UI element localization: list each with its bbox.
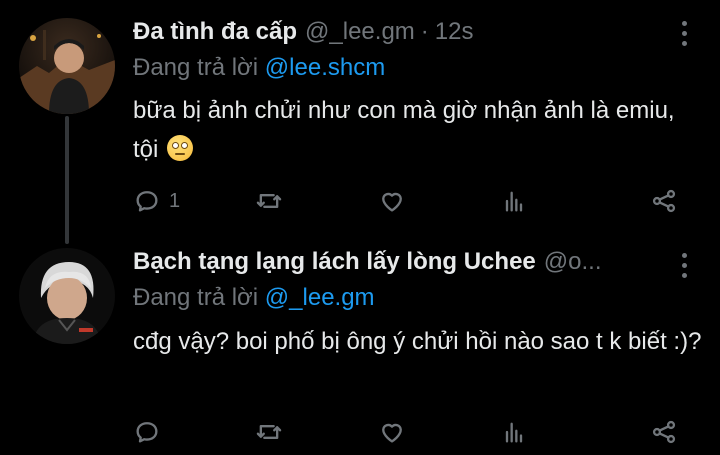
retweet-icon: [257, 194, 282, 208]
more-icon[interactable]: [674, 248, 694, 282]
like-button[interactable]: [378, 187, 434, 215]
separator-dot: ·: [420, 18, 429, 45]
timestamp[interactable]: 12s: [435, 18, 474, 46]
like-icon: [381, 423, 402, 443]
tweet-text-content: bữa bị ảnh chửi như con mà giờ nhận ảnh …: [133, 97, 675, 163]
views-icon: [505, 191, 522, 212]
replying-to-label: Đang trả lời: [133, 54, 259, 81]
display-name[interactable]: Bạch tạng lạng lách lấy lòng Uchee: [133, 248, 536, 276]
tweet-header: Đa tình đa cấp @_lee.gm · 12s: [133, 14, 664, 50]
views-icon: [505, 422, 522, 443]
tweet-text: cđg vậy? boi phố bị ông ý chửi hồi nào s…: [133, 322, 703, 361]
reply-count: 1: [169, 189, 181, 212]
avatar[interactable]: [19, 18, 115, 114]
share-icon: [652, 420, 676, 444]
tweet-text: bữa bị ảnh chửi như con mà giờ nhận ảnh …: [133, 91, 703, 169]
tweet[interactable]: Đa tình đa cấp @_lee.gm · 12s Đang trả l…: [0, 0, 720, 240]
display-name[interactable]: Đa tình đa cấp: [133, 18, 297, 46]
user-handle[interactable]: @o...: [544, 248, 602, 276]
reply-icon: [136, 422, 158, 443]
retweet-button[interactable]: [255, 187, 311, 215]
share-button[interactable]: [622, 187, 678, 215]
action-bar: [133, 415, 678, 449]
reply-button[interactable]: 1: [133, 187, 189, 215]
tweet[interactable]: Bạch tạng lạng lách lấy lòng Uchee @o...…: [0, 240, 720, 455]
mention-link[interactable]: @_lee.gm: [265, 284, 375, 311]
action-bar: 1: [133, 184, 678, 218]
share-icon: [652, 189, 676, 213]
tweet-text-content: cđg vậy? boi phố bị ông ý chửi hồi nào s…: [133, 328, 702, 355]
more-icon[interactable]: [674, 16, 694, 50]
like-button[interactable]: [378, 418, 434, 446]
tweet-header: Bạch tạng lạng lách lấy lòng Uchee @o...: [133, 244, 664, 280]
face-with-rolling-eyes-icon: [167, 135, 194, 161]
retweet-button[interactable]: [255, 418, 311, 446]
like-icon: [381, 192, 402, 212]
reply-icon: [136, 191, 158, 212]
replying-to-label: Đang trả lời: [133, 284, 259, 311]
replying-to: Đang trả lời @lee.shcm: [133, 54, 385, 82]
replying-to: Đang trả lời @_lee.gm: [133, 284, 375, 312]
share-button[interactable]: [622, 418, 678, 446]
retweet-icon: [257, 425, 282, 439]
reply-button[interactable]: [133, 418, 189, 446]
mention-link[interactable]: @lee.shcm: [265, 54, 385, 81]
views-button[interactable]: [500, 187, 556, 215]
avatar[interactable]: [19, 248, 115, 344]
views-button[interactable]: [500, 418, 556, 446]
user-handle[interactable]: @_lee.gm: [305, 18, 415, 46]
